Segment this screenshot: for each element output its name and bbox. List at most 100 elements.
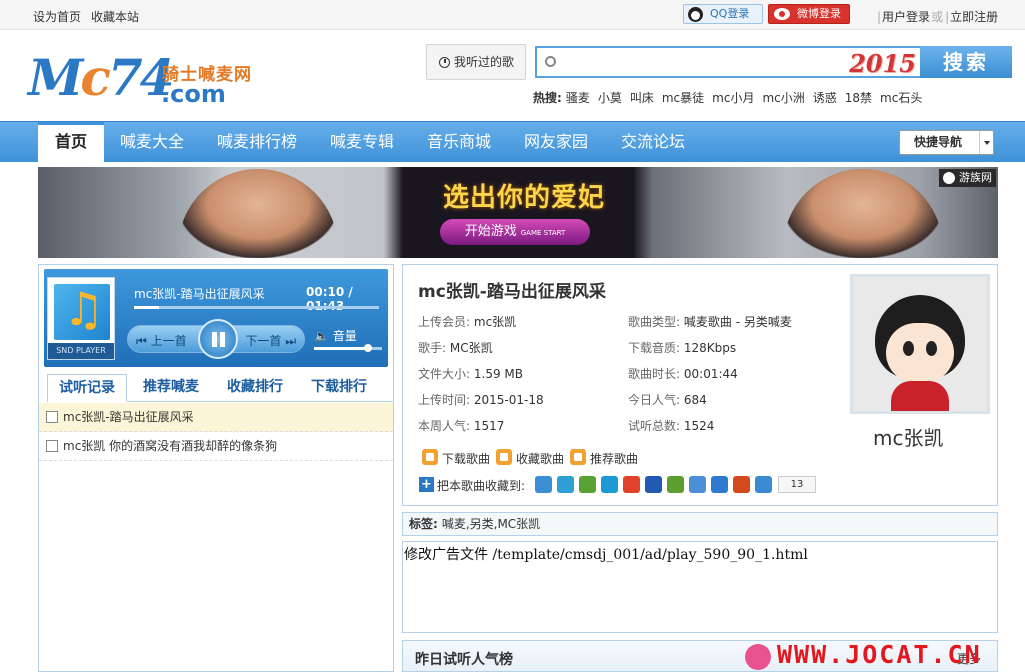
- banner-ad-tag[interactable]: 游族网: [939, 169, 996, 187]
- singer-avatar[interactable]: [850, 274, 990, 414]
- prev-button[interactable]: ⏮ 上一首: [136, 332, 187, 349]
- share-site-icon[interactable]: [733, 476, 750, 493]
- item-checkbox[interactable]: [46, 440, 58, 452]
- hot-keyword[interactable]: 骚麦: [566, 91, 590, 105]
- user-login-link[interactable]: 用户登录: [882, 10, 930, 24]
- qq-login-button[interactable]: QQ登录: [683, 4, 763, 24]
- tab-download-ranking[interactable]: 下载排行: [311, 374, 367, 402]
- banner-headline: 选出你的爱妃: [443, 183, 606, 213]
- next-button[interactable]: 下一首 ⏭: [245, 332, 296, 349]
- nav-item-music-store[interactable]: 音乐商城: [427, 122, 491, 162]
- volume-slider[interactable]: [314, 344, 382, 352]
- field-value: 00:01:44: [683, 367, 738, 381]
- hot-keyword[interactable]: 小莫: [598, 91, 622, 105]
- register-link[interactable]: 立即注册: [950, 10, 998, 24]
- field-value: 1524: [683, 419, 715, 433]
- nav-item-forum[interactable]: 交流论坛: [621, 122, 685, 162]
- tab-favorites-ranking[interactable]: 收藏排行: [227, 374, 283, 402]
- field-uploader: 上传会员: mc张凯: [418, 313, 516, 330]
- recommend-song-button[interactable]: 推荐歌曲: [570, 449, 639, 467]
- tags-label: 标签:: [409, 517, 438, 531]
- music-player: SND PLAYER mc张凯-踏马出征展风采 00:10 / 01:43 ⏮ …: [44, 269, 388, 367]
- nav-item-community[interactable]: 网友家园: [524, 122, 588, 162]
- playlist-tabs: 试听记录 推荐喊麦 收藏排行 下载排行: [47, 374, 393, 402]
- volume-fill: [314, 347, 369, 350]
- action-label: 推荐歌曲: [590, 452, 639, 466]
- share-site-icon[interactable]: [579, 476, 596, 493]
- tab-listen-history[interactable]: 试听记录: [47, 374, 127, 402]
- field-value[interactable]: mc张凯: [474, 315, 516, 329]
- listened-songs-label: 我听过的歌: [454, 55, 515, 69]
- bookmark-link[interactable]: 收藏本站: [91, 10, 139, 24]
- share-site-icon[interactable]: [711, 476, 728, 493]
- volume-knob[interactable]: [364, 344, 373, 352]
- hot-keyword[interactable]: 18禁: [845, 91, 872, 105]
- banner-person-right: [783, 169, 943, 258]
- nav-item-rankings[interactable]: 喊麦排行榜: [217, 122, 297, 162]
- chevron-down-icon: [979, 131, 993, 154]
- tags-value[interactable]: 喊麦,另类,MC张凯: [442, 517, 540, 531]
- listened-songs-button[interactable]: 我听过的歌: [426, 44, 526, 80]
- share-site-icon[interactable]: [623, 476, 640, 493]
- hot-keyword[interactable]: 诱惑: [813, 91, 837, 105]
- hot-keyword[interactable]: mc小月: [712, 91, 754, 105]
- share-site-icon[interactable]: [557, 476, 574, 493]
- logo-domain: .com: [161, 80, 226, 108]
- download-song-button[interactable]: 下载歌曲: [422, 449, 490, 467]
- share-site-icon[interactable]: [689, 476, 706, 493]
- set-home-link[interactable]: 设为首页: [33, 10, 81, 24]
- clock-icon: [439, 57, 450, 68]
- search-box: 2015: [535, 46, 920, 78]
- list-item[interactable]: mc张凯 你的酒窝没有酒我却醉的像条狗: [39, 432, 393, 461]
- field-file-size: 文件大小: 1.59 MB: [418, 365, 523, 382]
- favorite-song-button[interactable]: 收藏歌曲: [496, 449, 565, 467]
- share-site-icon[interactable]: [645, 476, 662, 493]
- hot-keyword[interactable]: mc石头: [880, 91, 922, 105]
- listen-history-list: mc张凯-踏马出征展风采 mc张凯 你的酒窝没有酒我却醉的像条狗: [39, 403, 393, 461]
- share-site-icon[interactable]: [667, 476, 684, 493]
- field-label: 本周人气:: [418, 419, 471, 433]
- share-label: + 把本歌曲收藏到:: [419, 477, 525, 494]
- singer-name[interactable]: mc张凯: [873, 422, 943, 451]
- field-value[interactable]: MC张凯: [450, 341, 493, 355]
- banner-person-left: [178, 169, 338, 258]
- field-value: 684: [683, 393, 707, 407]
- pause-button[interactable]: [198, 319, 238, 359]
- banner-cta-small: GAME START: [520, 229, 566, 237]
- field-value[interactable]: 喊麦歌曲 - 另类喊麦: [684, 315, 792, 329]
- hot-keyword[interactable]: 叫床: [630, 91, 654, 105]
- quick-nav-dropdown[interactable]: 快捷导航: [899, 130, 994, 155]
- field-singer: 歌手: MC张凯: [418, 339, 493, 356]
- nav-item-albums[interactable]: 喊麦专辑: [330, 122, 394, 162]
- nav-item-home[interactable]: 首页: [38, 122, 104, 162]
- list-item-title[interactable]: mc张凯 你的酒窝没有酒我却醉的像条狗: [63, 439, 277, 453]
- hot-keyword[interactable]: mc小洲: [762, 91, 804, 105]
- quick-nav-label: 快捷导航: [914, 135, 963, 149]
- progress-bar[interactable]: [134, 306, 379, 309]
- field-total-plays: 试听总数: 1524: [628, 417, 714, 434]
- banner-start-button[interactable]: 开始游戏 GAME START: [440, 219, 590, 245]
- share-site-icon[interactable]: [601, 476, 618, 493]
- search-input[interactable]: [565, 50, 845, 74]
- search-button[interactable]: 搜索: [920, 46, 1012, 78]
- action-label: 收藏歌曲: [516, 452, 565, 466]
- search-year-badge: 2015: [849, 49, 916, 78]
- site-logo[interactable]: Mc74 骑士喊麦网 .com: [26, 48, 266, 110]
- item-checkbox[interactable]: [46, 411, 58, 423]
- volume-control: 🔈 音量: [314, 327, 357, 344]
- list-item[interactable]: mc张凯-踏马出征展风采: [39, 403, 393, 432]
- song-tags: 标签: 喊麦,另类,MC张凯: [402, 512, 998, 536]
- banner-ad[interactable]: 选出你的爱妃 开始游戏 GAME START 游族网: [38, 167, 998, 258]
- favorite-icon: [496, 449, 512, 465]
- tab-recommended[interactable]: 推荐喊麦: [143, 374, 199, 402]
- share-site-icon[interactable]: [535, 476, 552, 493]
- nav-item-all-songs[interactable]: 喊麦大全: [120, 122, 184, 162]
- share-site-icon[interactable]: [755, 476, 772, 493]
- recommend-icon: [570, 449, 586, 465]
- list-item-title[interactable]: mc张凯-踏马出征展风采: [63, 410, 194, 424]
- hot-keyword[interactable]: mc暴徒: [662, 91, 704, 105]
- share-label-text: 把本歌曲收藏到:: [437, 479, 526, 493]
- weibo-login-button[interactable]: 微博登录: [768, 4, 850, 24]
- top-bar: 设为首页 收藏本站 QQ登录 微博登录 |用户登录或 |立即注册: [0, 0, 1025, 30]
- plus-icon[interactable]: +: [419, 477, 434, 492]
